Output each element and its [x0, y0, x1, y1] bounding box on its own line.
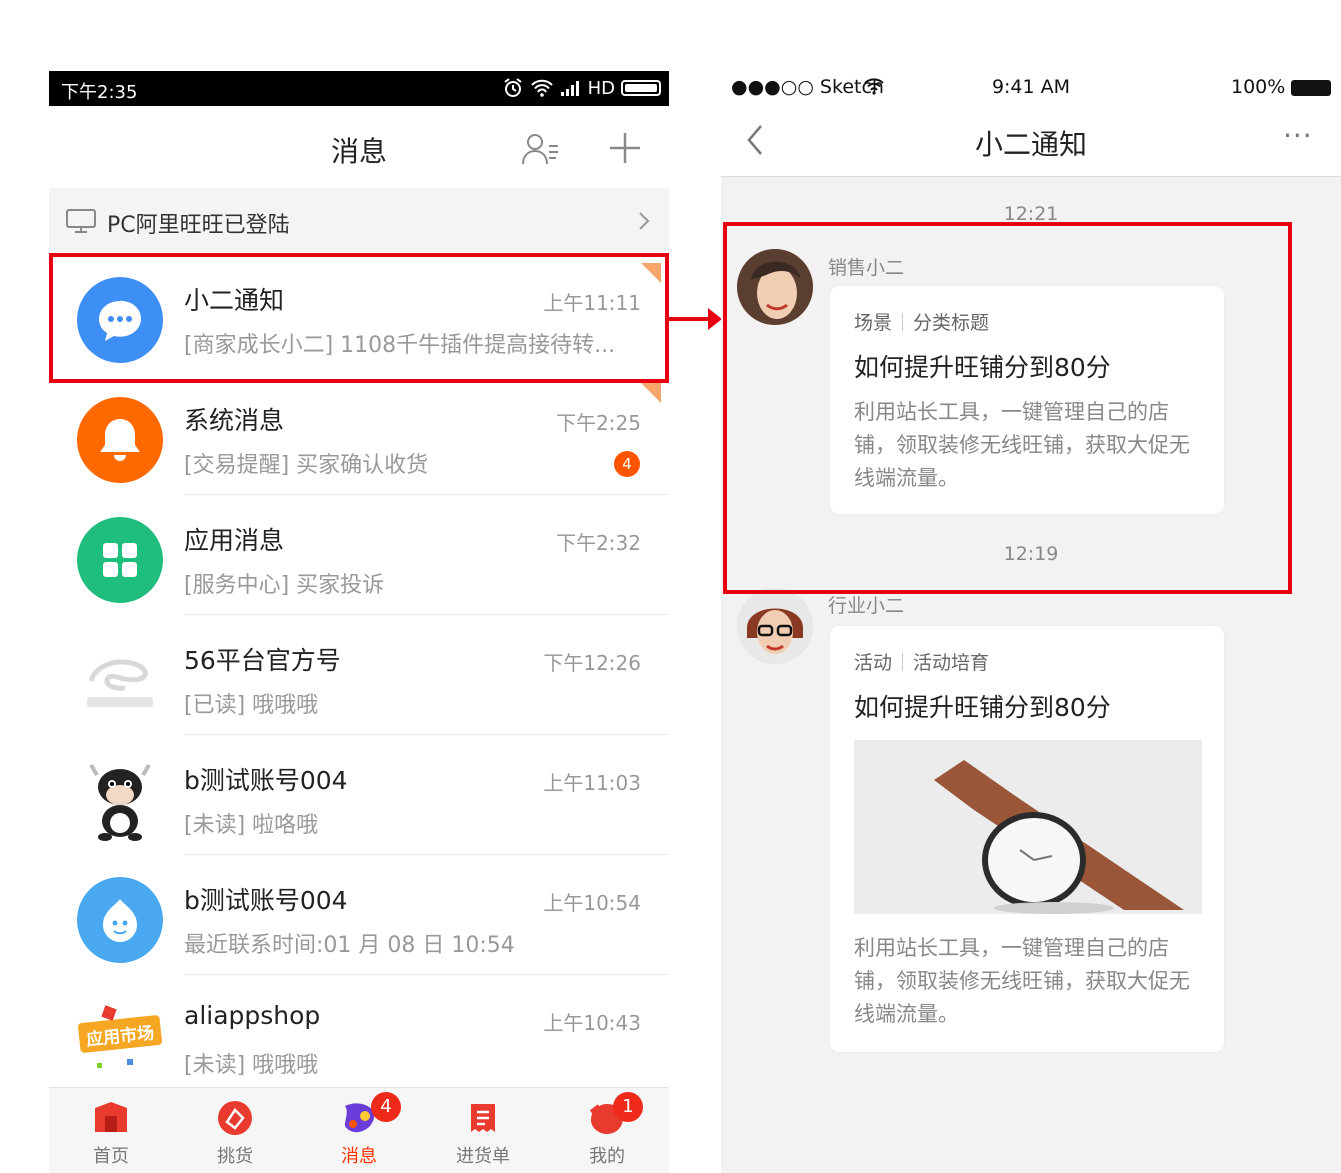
item-preview: [交易提醒] 买家确认收货: [184, 453, 429, 478]
page-title: 小二通知: [974, 128, 1087, 161]
tab-label: 挑货: [217, 1146, 253, 1167]
item-name: b测试账号004: [184, 766, 348, 795]
signal-icon: [560, 81, 579, 96]
card-image[interactable]: [854, 740, 1202, 914]
grid-icon: [77, 517, 163, 603]
list-item[interactable]: 应用市场 aliappshop 上午10:43 [未读] 哦哦哦: [49, 975, 669, 1095]
item-time: 下午2:25: [556, 411, 641, 435]
sender-name: 行业小二: [828, 595, 905, 617]
battery-icon: [1291, 80, 1331, 96]
item-time: 下午2:32: [556, 531, 641, 555]
list-item[interactable]: 56平台官方号 下午12:26 [已读] 哦哦哦: [49, 615, 669, 735]
item-time: 上午10:43: [543, 1011, 641, 1035]
ios-nav-bar: 小二通知 ···: [721, 105, 1341, 177]
status-icons: HD: [502, 77, 661, 99]
page-title: 消息: [330, 135, 387, 168]
item-name: 应用消息: [184, 526, 285, 555]
annotation-arrow: [669, 317, 711, 321]
highlight-box-left: [49, 253, 669, 383]
tab-label: 首页: [93, 1146, 129, 1167]
item-preview: [服务中心] 买家投诉: [184, 573, 385, 598]
alibaba-logo-icon: [77, 637, 163, 723]
card-tags: 活动 活动培育: [854, 648, 989, 675]
card-tag: 活动: [854, 652, 893, 674]
monitor-icon: [66, 209, 96, 233]
card-tag: 活动培育: [913, 652, 990, 674]
sender-avatar[interactable]: [737, 588, 813, 664]
android-status-bar: 下午2:35 HD: [49, 71, 669, 106]
tab-order-list[interactable]: 进货单: [421, 1088, 545, 1173]
wifi-icon: [530, 79, 553, 97]
add-icon[interactable]: [607, 130, 643, 166]
unread-badge: 4: [614, 451, 640, 477]
home-icon: [95, 1102, 127, 1132]
tab-label: 进货单: [456, 1146, 510, 1167]
tab-messages[interactable]: 消息 4: [297, 1088, 421, 1173]
annotation-arrow-head: [708, 308, 722, 330]
tab-badge: 1: [613, 1092, 643, 1122]
item-time: 下午12:26: [543, 651, 641, 675]
cow-avatar-icon: [77, 757, 163, 843]
tab-pick[interactable]: 挑货: [173, 1088, 297, 1173]
item-name: 系统消息: [184, 406, 285, 435]
item-name: aliappshop: [184, 1001, 321, 1030]
chevron-right-icon: [639, 212, 650, 230]
corner-marker: [641, 383, 661, 403]
alarm-icon: [503, 78, 522, 97]
item-name: b测试账号004: [184, 886, 348, 915]
battery-percent: 100%: [1231, 76, 1286, 98]
item-time: 上午10:54: [543, 891, 641, 915]
item-preview: [未读] 啦咯哦: [184, 813, 319, 838]
battery-icon: [621, 80, 661, 96]
app-market-icon: 应用市场: [77, 997, 163, 1083]
list-item[interactable]: b测试账号004 上午10:54 最近联系时间:01 月 08 日 10:54: [49, 855, 669, 975]
list-item[interactable]: 应用消息 下午2:32 [服务中心] 买家投诉: [49, 495, 669, 615]
tab-badge: 4: [371, 1092, 401, 1122]
bottom-tab-bar: 首页 挑货 消息 4 进货单 我的 1: [49, 1087, 669, 1173]
item-preview: [已读] 哦哦哦: [184, 693, 319, 718]
message-list-screen: 下午2:35 HD 消息 PC阿里旺旺已登陆 小二通知 上午11:11 [商家成…: [49, 71, 669, 1173]
tag-divider: [902, 652, 904, 671]
item-time: 上午11:03: [543, 771, 641, 795]
tab-home[interactable]: 首页: [49, 1088, 173, 1173]
wangwang-icon: [77, 877, 163, 963]
more-icon[interactable]: ···: [1283, 119, 1313, 152]
card-body: 利用站长工具，一键管理自己的店铺，领取装修无线旺铺，获取大促无线端流量。: [854, 936, 1190, 1026]
tab-label: 消息: [341, 1146, 377, 1167]
bell-icon: [77, 397, 163, 483]
item-preview: [未读] 哦哦哦: [184, 1053, 319, 1078]
status-time: 下午2:35: [61, 82, 138, 103]
item-name: 56平台官方号: [184, 646, 341, 675]
ios-status-bar: ●●●○○ Sketch 9:41 AM 100%: [721, 71, 1341, 105]
list-item[interactable]: 系统消息 下午2:25 [交易提醒] 买家确认收货 4: [49, 375, 669, 495]
item-preview: 最近联系时间:01 月 08 日 10:54: [184, 933, 515, 958]
tab-mine[interactable]: 我的 1: [545, 1088, 669, 1173]
list-item[interactable]: b测试账号004 上午11:03 [未读] 啦咯哦: [49, 735, 669, 855]
highlight-box-right: [723, 222, 1292, 594]
pc-login-label: PC阿里旺旺已登陆: [107, 213, 290, 238]
network-type: HD: [587, 77, 615, 99]
card-title: 如何提升旺铺分到80分: [854, 693, 1111, 722]
shopping-icon: [218, 1101, 252, 1135]
cart-list-icon: [471, 1104, 495, 1132]
pc-login-banner[interactable]: PC阿里旺旺已登陆: [49, 188, 669, 252]
contacts-icon[interactable]: [521, 132, 561, 166]
message-card[interactable]: 活动 活动培育 如何提升旺铺分到80分 利用站长工具，一键管理自己的店铺，领取装…: [829, 625, 1225, 1053]
nav-bar: 消息: [49, 106, 669, 186]
watch-image-icon: [854, 740, 1202, 914]
tab-label: 我的: [589, 1146, 625, 1167]
